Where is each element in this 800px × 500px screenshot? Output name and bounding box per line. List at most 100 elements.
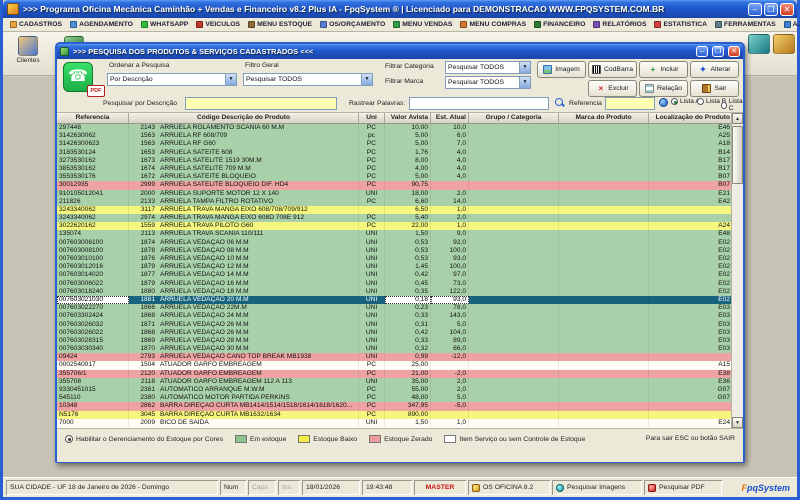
relacao-button[interactable]: Relação: [639, 80, 688, 97]
table-row[interactable]: 0076030060221879ARRUELA VEDAÇÃO 16 M.MUN…: [57, 280, 743, 288]
table-row[interactable]: 31426300621563ARRUELA RF 608/709pc5,006,…: [57, 132, 743, 140]
filtro-geral-dropdown[interactable]: Pesquisar TODOS ▼: [243, 73, 373, 86]
menu-item-agendamento[interactable]: AGENDAMENTO: [67, 21, 136, 28]
table-row[interactable]: 300129352999ARRUELA SATELITE BLOQUEIO DI…: [57, 181, 743, 189]
dialog-maximize-button[interactable]: ❐: [712, 46, 724, 57]
table-row[interactable]: 103482862BARRA DIREÇÃO CURTA MB1414/1514…: [57, 402, 743, 410]
menu-item-relat-rios[interactable]: RELATÓRIOS: [590, 21, 649, 28]
column-header[interactable]: Valor Avista: [385, 113, 431, 123]
table-row[interactable]: 0076030081001878ARRUELA VEDAÇÃO 08 M.MUN…: [57, 247, 743, 255]
table-row[interactable]: 314263006231563ARRUELA RF G60PC5,007,0A1…: [57, 140, 743, 148]
toolbar-icon[interactable]: [773, 34, 795, 54]
column-header[interactable]: Marca do Produto: [559, 113, 649, 123]
cell-gru: [469, 140, 559, 148]
stock-color-toggle[interactable]: Habilitar o Gerenciamento do Estoque por…: [65, 435, 223, 443]
table-row[interactable]: 0076030101001876ARRUELA VEDAÇÃO 10 M.MUN…: [57, 255, 743, 263]
toolbar-item-clientes[interactable]: Clientes: [5, 34, 51, 74]
maximize-button[interactable]: ❐: [764, 3, 778, 16]
column-header[interactable]: Localização do Produto: [649, 113, 733, 123]
table-row[interactable]: 3557082118ATUADOR GARFO EMBREAGEM 112 A …: [57, 378, 743, 386]
table-row[interactable]: 30226201621559ARRUELA TRAVA PILOTO G60PC…: [57, 222, 743, 230]
table-row[interactable]: 9101050120412000ARRUELA SUPORTE MOTOR 12…: [57, 190, 743, 198]
dialog-close-button[interactable]: ✕: [728, 46, 740, 57]
cell-desc: 1563ARRUELA RF G60: [129, 140, 359, 148]
table-row[interactable]: 0076030260321871ARRUELA VEDAÇÃO 26 M.MUN…: [57, 321, 743, 329]
table-row[interactable]: 70002009BICO DE SAIDAUNI1,501,0E24: [57, 419, 743, 427]
incluir-button[interactable]: + Incluir: [639, 61, 688, 78]
toolbar-icon[interactable]: [748, 34, 770, 54]
menu-item-financeiro[interactable]: FINANCEIRO: [531, 21, 588, 28]
dialog-minimize-button[interactable]: –: [696, 46, 708, 57]
table-row[interactable]: 32735301621673ARRUELA SATELITE 1519 30M.…: [57, 157, 743, 165]
rastrear-input[interactable]: [409, 97, 549, 110]
cell-loc: E48: [649, 230, 733, 238]
table-row[interactable]: 00025400171504ATUADOR GARFO EMBREAGEMPC2…: [57, 361, 743, 369]
table-row[interactable]: 38535301621674ARRUELA SATELITE 709 M.MPC…: [57, 165, 743, 173]
vertical-scrollbar[interactable]: ▲ ▼: [731, 113, 743, 428]
pesquisar-descricao-input[interactable]: [185, 97, 337, 110]
table-row[interactable]: 35535301761672ARRUELA SATEITE BLOQUEIOPC…: [57, 173, 743, 181]
menu-item-menu-estoque[interactable]: MENU ESTOQUE: [245, 21, 315, 28]
cell-val: 4,00: [385, 165, 431, 173]
marca-dropdown[interactable]: Pesquisar TODOS ▼: [445, 76, 531, 89]
menu-item-cadastros[interactable]: CADASTROS: [7, 21, 65, 28]
lista-c-radio[interactable]: Lista C: [721, 98, 744, 112]
table-row[interactable]: 0076030260221868ARRUELA VEDAÇÃO 26 M.MUN…: [57, 329, 743, 337]
referencia-input[interactable]: [605, 97, 655, 110]
column-header[interactable]: Grupo / Categoria: [469, 113, 559, 123]
table-row[interactable]: 32433400622974ARRUELA TRAVA MANGA EIXO 6…: [57, 214, 743, 222]
menu-item-veiculos[interactable]: VEICULOS: [193, 21, 243, 28]
table-row[interactable]: 0076033024241868ARRUELA VEDAÇÃO 24 M.MUN…: [57, 312, 743, 320]
menu-item-estatistica[interactable]: ESTATISTICA: [651, 21, 710, 28]
pdf-icon[interactable]: PDF: [87, 85, 105, 97]
table-row[interactable]: 0076030182401880ARRUELA VEDAÇÃO 18 M.MUN…: [57, 288, 743, 296]
scroll-down-icon[interactable]: ▼: [732, 417, 743, 428]
menu-item-menu-compras[interactable]: MENU COMPRAS: [457, 21, 529, 28]
table-row[interactable]: 0076030210301881ARRUELA VEDAÇÃO 20 M.MUN…: [57, 296, 743, 304]
table-row[interactable]: 355706/12120ATUADOR GARFO EMBREAGEMPC21,…: [57, 370, 743, 378]
sair-button[interactable]: Sair: [690, 80, 739, 97]
scroll-up-icon[interactable]: ▲: [732, 113, 743, 124]
menu-item-whatsapp[interactable]: WHATSAPP: [138, 21, 191, 28]
lista-a-radio[interactable]: Lista A: [671, 98, 700, 105]
ordenar-dropdown[interactable]: Por Descrição ▼: [107, 73, 237, 86]
white-swatch: [444, 435, 456, 443]
imagem-button[interactable]: Imagem: [537, 61, 586, 78]
table-row[interactable]: 0076030303401870ARRUELA VEDAÇÃO 30 M.MUN…: [57, 345, 743, 353]
codbarra-button[interactable]: CodBarra: [588, 61, 637, 78]
categoria-dropdown[interactable]: Pesquisar TODOS ▼: [445, 61, 531, 74]
table-row[interactable]: 0076030222701866ARRUELA VEDAÇÃO 22M.MUNI…: [57, 304, 743, 312]
column-header[interactable]: Referencia: [57, 113, 129, 123]
search-pdf-button[interactable]: Pesquisar PDF: [644, 480, 722, 495]
cell-uni: UNI: [359, 337, 385, 345]
table-row[interactable]: 31835301241653ARRUELA SATEITE 608PC1,764…: [57, 149, 743, 157]
table-row[interactable]: 1350742113ARRUELA TRAVA SCANIA 110/111UN…: [57, 230, 743, 238]
excluir-button[interactable]: × Excluir: [588, 80, 637, 97]
table-row[interactable]: 5451102380AUTOMATICO MOTOR PARTIDA PERKI…: [57, 394, 743, 402]
menu-item-ajuda[interactable]: AJUDA: [781, 21, 800, 28]
table-row[interactable]: 93304510152381AUTOMATICO ARRANQUE M.W.MP…: [57, 386, 743, 394]
menu-item-menu-vendas[interactable]: MENU VENDAS: [390, 21, 455, 28]
column-header[interactable]: Uni: [359, 113, 385, 123]
scroll-thumb[interactable]: [732, 126, 743, 184]
column-header[interactable]: Est. Atual: [431, 113, 469, 123]
table-row[interactable]: 0076030061001874ARRUELA VEDAÇÃO 06 M.MUN…: [57, 239, 743, 247]
table-row[interactable]: 094242793ARRUELA VEDAÇÃO CANO TOP BREAK …: [57, 353, 743, 361]
table-row[interactable]: 0076030120161879ARRUELA VEDAÇÃO 12 M.MUN…: [57, 263, 743, 271]
menu-item-ferramentas[interactable]: FERRAMENTAS: [712, 21, 779, 28]
table-row[interactable]: 32433400623117ARRUELA TRAVA MANGA EIXO 6…: [57, 206, 743, 214]
search-images-button[interactable]: Pesquisar Imagens: [552, 480, 642, 495]
table-row[interactable]: 2974482143ARRUELA ROLAMENTO SCANIA 60 M.…: [57, 124, 743, 132]
menu-item-os-or-amento[interactable]: OS/ORÇAMENTO: [317, 21, 388, 28]
table-row[interactable]: 2118262133ARRUELA TAMPA FILTRO ROTATIVOP…: [57, 198, 743, 206]
cell-val: 0,32: [385, 345, 431, 353]
minimize-button[interactable]: –: [748, 3, 762, 16]
cell-ref: 09424: [57, 353, 129, 361]
alterar-button[interactable]: ✦ Alterar: [690, 61, 739, 78]
table-row[interactable]: 0076030140201877ARRUELA VEDAÇÃO 14 M.MUN…: [57, 271, 743, 279]
close-button[interactable]: ✕: [780, 3, 794, 16]
table-row[interactable]: N51763045BARRA DIREÇÃO CURTA MB1632/1634…: [57, 411, 743, 419]
cell-desc: 1672ARRUELA SATEITE BLOQUEIO: [129, 173, 359, 181]
column-header[interactable]: Código Descrição do Produto: [129, 113, 359, 123]
table-row[interactable]: 0076030283151869ARRUELA VEDAÇÃO 28 M.MUN…: [57, 337, 743, 345]
